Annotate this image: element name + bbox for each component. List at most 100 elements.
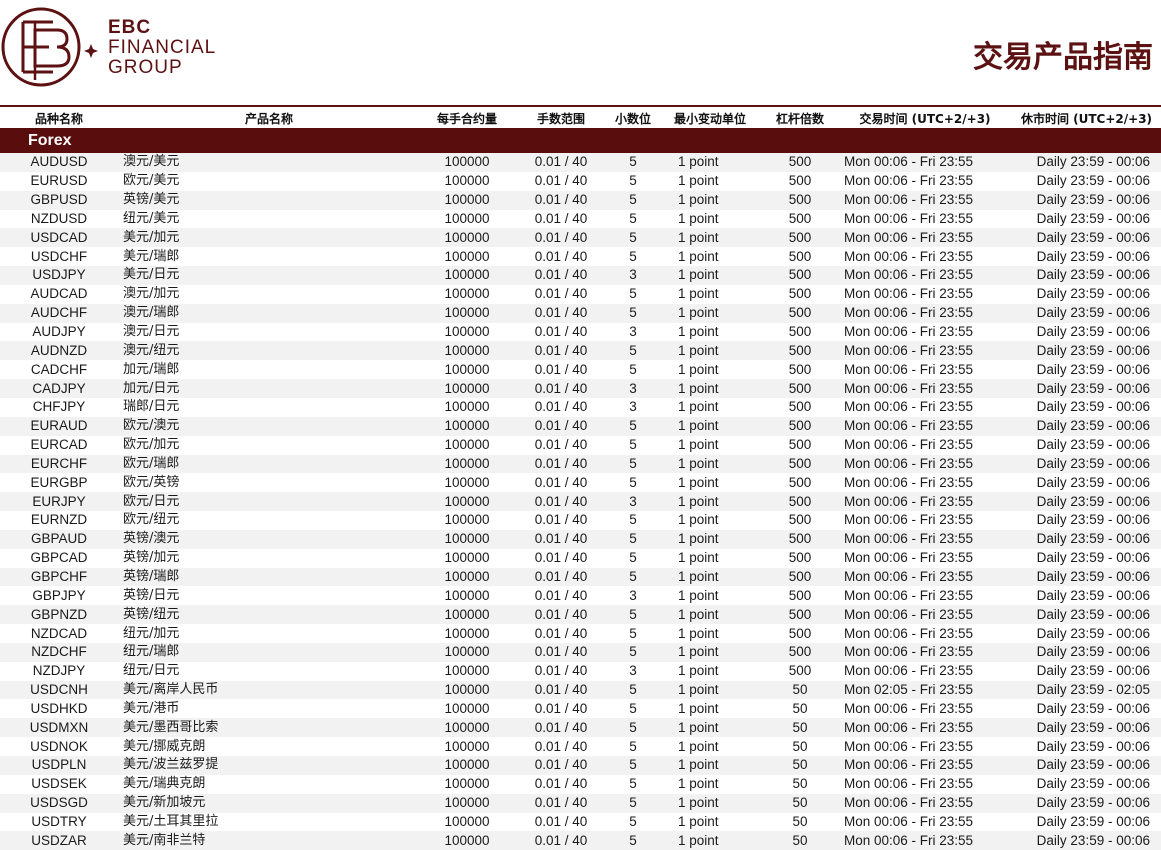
leverage-cell: 500: [788, 173, 812, 189]
table-row: USDJPY 美元/日元 100000 0.01 / 40 3 1 point 500 Mon…: [0, 266, 1161, 285]
product-name-cell: 英镑/加元: [123, 550, 180, 566]
symbol-cell: AUDCAD: [30, 286, 88, 302]
leverage-cell: 500: [788, 474, 812, 490]
closing-hours-cell: Daily 23:59 - 00:06: [1012, 756, 1161, 775]
column-header: 交易时间 (UTC+2/+3): [859, 111, 991, 126]
symbol-cell: AUDJPY: [32, 324, 86, 340]
digits-cell: 5: [629, 286, 637, 302]
table-row: CADJPY 加元/日元 100000 0.01 / 40 3 1 point 500 Mon…: [0, 379, 1161, 398]
contract-size-cell: 100000: [444, 173, 490, 189]
closing-hours-cell: Daily 23:59 - 00:06: [1036, 173, 1150, 189]
min-tick-cell: 1 point: [678, 173, 719, 189]
product-name-cell: 欧元/英镑: [123, 474, 180, 490]
table-row: GBPAUD 英镑/澳元 100000 0.01 / 40 5 1 point 500 Mon…: [0, 529, 1161, 549]
logo-line-3: GROUP: [108, 57, 183, 78]
lot-range-cell: 0.01 / 40: [514, 529, 608, 549]
table-row: NZDCHF 纽元/瑞郎 100000 0.01 / 40 5 1 point 500 Mon…: [0, 642, 1161, 662]
closing-hours-cell: Daily 23:59 - 00:06: [1012, 642, 1161, 662]
digits-cell: 3: [629, 399, 637, 415]
product-name-cell: 澳元/美元: [118, 153, 420, 172]
lot-range-cell: 0.01 / 40: [514, 228, 608, 248]
digits-cell: 5: [608, 756, 658, 775]
trading-hours-cell: Mon 00:06 - Fri 23:55: [844, 437, 974, 453]
table-row: USDHKD 美元/港币 100000 0.01 / 40 5 1 point 50 Mon …: [0, 699, 1161, 718]
trading-hours-cell: Mon 00:06 - Fri 23:55: [844, 474, 974, 490]
product-name-cell: 美元/波兰兹罗提: [118, 756, 420, 775]
digits-cell: 5: [629, 512, 637, 528]
contract-size-cell: 100000: [420, 303, 514, 323]
trading-hours-cell: Mon 00:06 - Fri 23:55: [838, 567, 1012, 587]
column-header: 手数范围: [536, 111, 585, 126]
min-tick-cell: 1 point: [658, 756, 762, 775]
contract-size-cell: 100000: [444, 550, 490, 566]
digits-cell: 5: [629, 550, 637, 566]
closing-hours-cell: Daily 23:59 - 00:06: [1012, 605, 1161, 625]
trading-hours-cell: Mon 00:06 - Fri 23:55: [838, 416, 1012, 436]
closing-hours-cell: Daily 23:59 - 00:06: [1012, 153, 1161, 172]
contract-size-cell: 100000: [420, 228, 514, 248]
table-row: GBPCHF 英镑/瑞郎 100000 0.01 / 40 5 1 point 500 Mon…: [0, 567, 1161, 587]
digits-cell: 5: [629, 813, 637, 829]
min-tick-cell: 1 point: [678, 700, 719, 716]
digits-cell: 5: [629, 248, 637, 264]
trading-hours-cell: Mon 00:06 - Fri 23:55: [838, 529, 1012, 549]
closing-hours-cell: Daily 23:59 - 00:06: [1036, 286, 1150, 302]
digits-cell: 3: [629, 324, 637, 340]
page-title: 交易产品指南: [973, 40, 1153, 75]
symbol-cell: USDCAD: [0, 228, 118, 248]
table-row: USDZAR 美元/南非兰特 100000 0.01 / 40 5 1 point 50 Mo…: [0, 831, 1161, 850]
leverage-cell: 500: [762, 153, 838, 172]
column-header: 杠杆倍数: [775, 111, 824, 126]
digits-cell: 5: [608, 605, 658, 625]
contract-size-cell: 100000: [444, 324, 490, 340]
trading-hours-cell: Mon 00:06 - Fri 23:55: [838, 756, 1012, 775]
min-tick-cell: 1 point: [658, 680, 762, 700]
product-name-cell: 英镑/美元: [118, 190, 420, 210]
leverage-cell: 50: [792, 813, 808, 829]
product-name-cell: 欧元/纽元: [123, 512, 180, 528]
symbol-cell: USDNOK: [30, 738, 88, 754]
symbol-cell: EURGBP: [30, 474, 88, 490]
leverage-cell: 500: [788, 437, 812, 453]
symbol-cell: GBPNZD: [0, 605, 118, 625]
trading-hours-cell: Mon 00:06 - Fri 23:55: [844, 738, 974, 754]
section-row-forex: Forex: [0, 128, 1161, 153]
product-name-cell: 美元/土耳其里拉: [123, 813, 219, 829]
product-name-cell: 美元/新加坡元: [118, 793, 420, 813]
leverage-cell: 500: [788, 512, 812, 528]
closing-hours-cell: Daily 23:59 - 00:06: [1036, 625, 1150, 641]
min-tick-cell: 1 point: [658, 529, 762, 549]
product-name-cell: 美元/南非兰特: [118, 831, 420, 850]
leverage-cell: 500: [788, 286, 812, 302]
lot-range-cell: 0.01 / 40: [534, 738, 588, 754]
leverage-cell: 500: [788, 361, 812, 377]
leverage-cell: 500: [762, 416, 838, 436]
symbol-cell: EURUSD: [30, 173, 88, 189]
leverage-cell: 500: [762, 228, 838, 248]
min-tick-cell: 1 point: [678, 324, 719, 340]
table-row: USDNOK 美元/挪威克朗 100000 0.01 / 40 5 1 point 50 Mo…: [0, 737, 1161, 756]
lot-range-cell: 0.01 / 40: [514, 680, 608, 700]
leverage-cell: 500: [788, 210, 812, 226]
trading-hours-cell: Mon 00:06 - Fri 23:55: [838, 492, 1012, 512]
min-tick-cell: 1 point: [658, 492, 762, 512]
contract-size-cell: 100000: [420, 416, 514, 436]
trading-hours-cell: Mon 00:06 - Fri 23:55: [844, 324, 974, 340]
trading-hours-cell: Mon 00:06 - Fri 23:55: [838, 379, 1012, 398]
contract-size-cell: 100000: [420, 153, 514, 172]
digits-cell: 3: [608, 492, 658, 512]
symbol-cell: USDMXN: [0, 718, 118, 738]
trading-hours-cell: Mon 00:06 - Fri 23:55: [844, 625, 974, 641]
symbol-cell: GBPCAD: [30, 550, 88, 566]
lot-range-cell: 0.01 / 40: [534, 173, 588, 189]
table-row: EURNZD 欧元/纽元 100000 0.01 / 40 5 1 point 500 Mon…: [0, 511, 1161, 530]
product-name-cell: 纽元/美元: [123, 210, 180, 226]
table-row: USDTRY 美元/土耳其里拉 100000 0.01 / 40 5 1 point 50 M…: [0, 813, 1161, 832]
closing-hours-cell: Daily 23:59 - 00:06: [1012, 718, 1161, 738]
digits-cell: 5: [629, 474, 637, 490]
min-tick-cell: 1 point: [658, 454, 762, 474]
product-name-cell: 纽元/加元: [123, 625, 180, 641]
digits-cell: 5: [629, 210, 637, 226]
column-header: 小数位: [614, 111, 651, 126]
leverage-cell: 500: [788, 587, 812, 603]
